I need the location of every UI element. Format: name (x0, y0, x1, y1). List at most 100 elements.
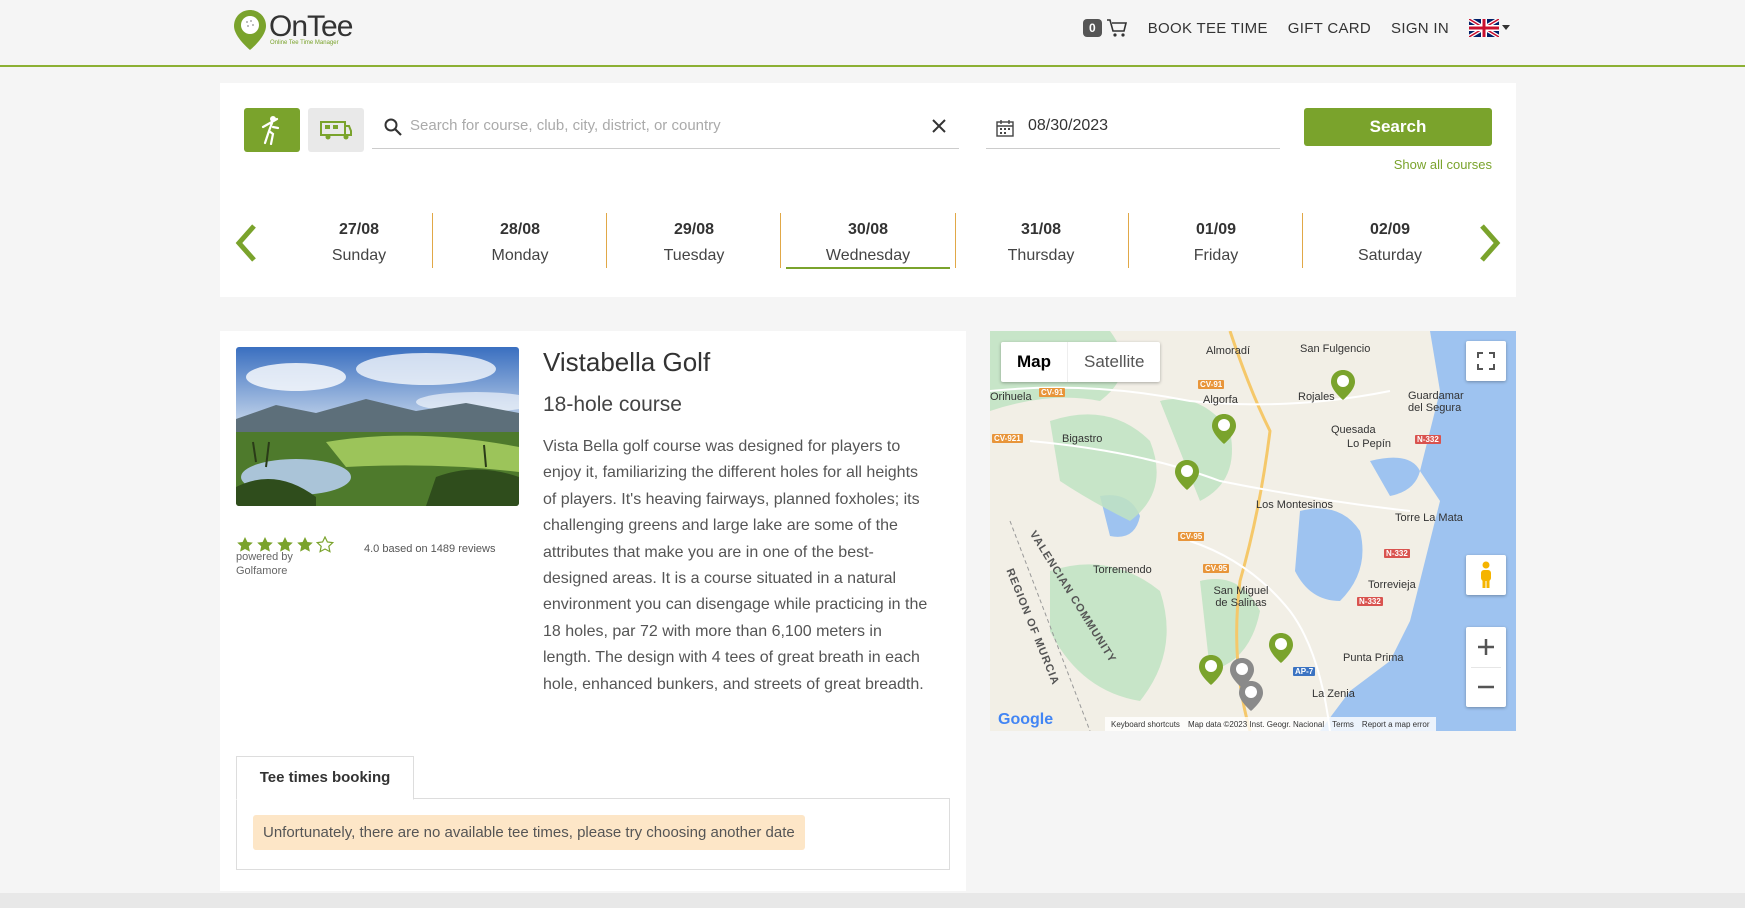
page-footer-band (0, 893, 1745, 908)
golf-course-marker-icon[interactable] (1175, 460, 1199, 490)
nav-book-tee-time[interactable]: BOOK TEE TIME (1148, 20, 1268, 37)
road-shield: CV-95 (1203, 564, 1230, 573)
golfer-icon (261, 116, 280, 145)
day-item[interactable]: 28/08 Monday (432, 213, 607, 268)
report-map-error-link[interactable]: Report a map error (1362, 720, 1430, 729)
road-shield: AP-7 (1293, 667, 1316, 676)
golf-course-marker-icon[interactable] (1269, 633, 1293, 663)
google-logo[interactable]: Google (998, 711, 1053, 729)
day-item[interactable]: 31/08 Thursday (954, 213, 1128, 268)
map-place-label: Los Montesinos (1256, 499, 1334, 511)
map-place-label: Almoradí (1206, 345, 1251, 357)
powered-by: powered by Golfamore (236, 550, 293, 578)
date-input[interactable] (1026, 116, 1260, 136)
logo-tagline: Online Tee Time Manager (270, 40, 339, 46)
course-description: Vista Bella golf course was designed for… (543, 438, 928, 693)
map-data-attribution: Map data ©2023 Inst. Geogr. Nacional (1187, 719, 1325, 729)
nav-gift-card[interactable]: GIFT CARD (1288, 20, 1371, 37)
day-weekday: Saturday (1357, 247, 1423, 264)
golf-pin-logo-icon (234, 10, 266, 50)
day-date: 27/08 (338, 221, 380, 238)
powered-by-label: powered by (236, 551, 293, 563)
course-map[interactable]: Map Satellite Almoradí San Fulgencio Roj… (990, 331, 1516, 731)
map-type-map-button[interactable]: Map (1001, 342, 1067, 382)
map-place-label: Lo Pepín (1347, 438, 1392, 450)
map-place-label: Punta Prima (1343, 652, 1404, 664)
star-filled-icon (297, 537, 313, 552)
day-item[interactable]: 29/08 Tuesday (606, 213, 781, 268)
star-empty-icon (316, 536, 334, 553)
close-icon[interactable] (931, 118, 947, 134)
plus-icon (1478, 638, 1494, 655)
google-logo-text: Google (998, 711, 1054, 728)
day-weekday: Sunday (331, 247, 387, 264)
road-shield: CV-95 (1178, 532, 1205, 541)
day-date: 28/08 (499, 221, 541, 238)
map-type-control: Map Satellite (1001, 342, 1161, 382)
course-title: Vistabella Golf (543, 347, 711, 377)
day-weekday: Tuesday (663, 247, 725, 264)
day-date: 29/08 (673, 221, 715, 238)
map-place-label: La Zenia (1312, 688, 1355, 700)
day-item[interactable]: 27/08 Sunday (272, 213, 446, 268)
road-shield: CV-91 (1198, 380, 1225, 389)
search-panel: Search Show all courses 27/08 Sunday 28/… (220, 83, 1516, 297)
map-place-label: San Miguel de Salinas (1213, 585, 1269, 609)
fullscreen-icon (1477, 352, 1495, 370)
logo-text: OnTee (269, 10, 353, 43)
course-search-field (372, 108, 959, 149)
day-item[interactable]: 02/09 Saturday (1302, 213, 1477, 268)
day-date: 30/08 (847, 221, 889, 238)
zoom-control (1466, 627, 1506, 707)
day-weekday: Friday (1193, 247, 1239, 264)
map-place-label: Rojales (1298, 391, 1335, 403)
search-icon (384, 118, 402, 136)
search-button[interactable]: Search (1304, 108, 1492, 146)
map-place-label: Algorfa (1203, 394, 1238, 406)
fullscreen-button[interactable] (1466, 341, 1506, 381)
golf-mode-button[interactable] (244, 108, 300, 152)
golf-course-marker-icon[interactable] (1331, 370, 1355, 400)
cart-icon (1106, 19, 1127, 37)
date-strip: 27/08 Sunday 28/08 Monday 29/08 Tuesday … (220, 213, 1516, 273)
map-place-label: Quesada (1331, 424, 1376, 436)
camper-van-icon (320, 121, 352, 140)
zoom-in-button[interactable] (1477, 627, 1495, 667)
golf-course-marker-grey-icon[interactable] (1239, 681, 1263, 711)
road-shield: N-332 (1384, 549, 1410, 558)
chevron-left-icon[interactable] (234, 223, 260, 263)
course-subtitle: 18-hole course (543, 393, 682, 416)
keyboard-shortcuts-link[interactable]: Keyboard shortcuts (1111, 720, 1180, 729)
minus-icon (1478, 686, 1494, 689)
golf-course-marker-icon[interactable] (1212, 414, 1236, 444)
map-type-satellite-button[interactable]: Satellite (1067, 342, 1160, 382)
map-place-label: Guardamar del Segura (1408, 390, 1464, 414)
map-place-label: Torrevieja (1368, 579, 1416, 591)
tab-tee-times-booking[interactable]: Tee times booking (236, 756, 414, 800)
cart-count-badge: 0 (1083, 19, 1102, 37)
zoom-out-button[interactable] (1471, 666, 1501, 708)
terms-link[interactable]: Terms (1332, 720, 1354, 729)
language-selector[interactable] (1469, 19, 1510, 37)
rating-summary: 4.0 based on 1489 reviews (364, 543, 496, 555)
chevron-right-icon[interactable] (1476, 223, 1502, 263)
golf-course-marker-icon[interactable] (1199, 655, 1223, 685)
show-all-courses-link[interactable]: Show all courses (1394, 157, 1492, 172)
cart-button[interactable]: 0 (1083, 18, 1128, 38)
camper-mode-button[interactable] (308, 108, 364, 152)
powered-by-source: Golfamore (236, 565, 288, 577)
map-attribution: Keyboard shortcuts Map data ©2023 Inst. … (1105, 717, 1436, 731)
search-input[interactable] (408, 116, 932, 135)
no-tee-times-alert: Unfortunately, there are no available te… (253, 815, 805, 850)
uk-flag-icon (1469, 19, 1499, 37)
day-date: 31/08 (1020, 221, 1062, 238)
day-item[interactable]: 01/09 Friday (1128, 213, 1303, 268)
nav-sign-in[interactable]: SIGN IN (1391, 20, 1449, 37)
course-card: Vistabella Golf 18-hole course Vista Bel… (220, 331, 966, 891)
day-weekday: Wednesday (786, 247, 950, 269)
course-photo (236, 347, 519, 506)
pegman-icon (1481, 561, 1491, 588)
street-view-pegman[interactable] (1466, 555, 1506, 595)
tee-times-panel: Unfortunately, there are no available te… (236, 798, 950, 870)
day-item-selected[interactable]: 30/08 Wednesday (780, 213, 956, 269)
